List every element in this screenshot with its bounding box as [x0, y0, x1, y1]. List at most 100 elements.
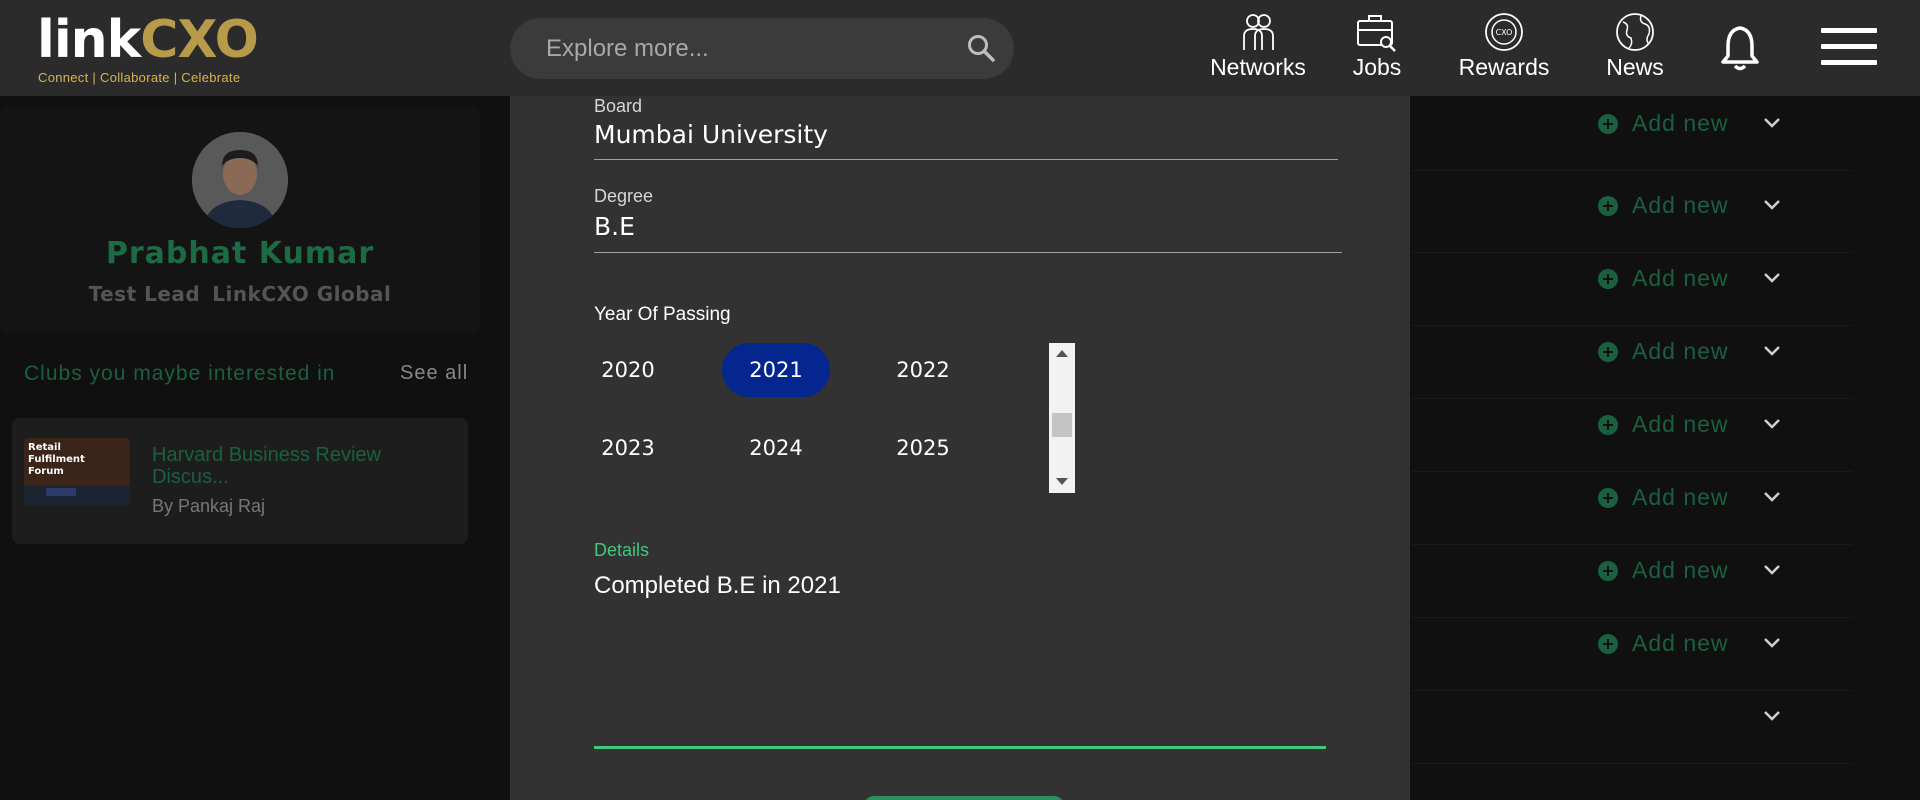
- search-icon[interactable]: [966, 33, 996, 63]
- degree-field[interactable]: B.E: [594, 212, 635, 241]
- club-card[interactable]: Retail Fulfilment Forum Harvard Business…: [12, 418, 468, 544]
- plus-circle-icon: [1598, 195, 1618, 216]
- plus-circle-icon: [1598, 560, 1618, 581]
- jobs-icon: [1357, 15, 1396, 52]
- section-row: Add new: [1412, 472, 1852, 545]
- nav-news-label: News: [1606, 54, 1664, 80]
- year-option[interactable]: 2021: [722, 343, 830, 397]
- chevron-down-icon[interactable]: [1762, 563, 1782, 577]
- add-new-button[interactable]: Add new: [1598, 630, 1729, 657]
- nav-rewards[interactable]: CXO Rewards: [1446, 12, 1562, 84]
- svg-text:Forum: Forum: [28, 466, 64, 477]
- section-row: Add new: [1412, 618, 1852, 691]
- profile-card: Prabhat Kumar Test Lead LinkCXO Global: [0, 108, 480, 333]
- year-picker-scrollbar[interactable]: [1049, 343, 1075, 493]
- plus-circle-icon: [1598, 113, 1618, 134]
- year-option[interactable]: 2025: [869, 421, 977, 475]
- add-new-button[interactable]: Add new: [1598, 338, 1729, 365]
- year-option[interactable]: 2023: [574, 421, 682, 475]
- section-row: [1412, 691, 1852, 764]
- section-row: Add new: [1412, 180, 1852, 253]
- add-new-button[interactable]: Add new: [1598, 265, 1729, 292]
- avatar[interactable]: [192, 132, 288, 228]
- scroll-up-arrow-icon[interactable]: [1056, 350, 1068, 357]
- add-new-label: Add new: [1632, 338, 1729, 364]
- section-row: Add new: [1412, 326, 1852, 399]
- rewards-icon: CXO: [1485, 13, 1523, 51]
- add-new-label: Add new: [1632, 192, 1729, 218]
- news-icon: [1616, 13, 1654, 51]
- plus-circle-icon: [1598, 633, 1618, 654]
- logo-wordmark: linkCXO: [37, 10, 259, 70]
- plus-circle-icon: [1598, 487, 1618, 508]
- degree-label: Degree: [594, 186, 654, 206]
- svg-text:CXO: CXO: [1496, 28, 1513, 37]
- chevron-down-icon[interactable]: [1762, 417, 1782, 431]
- notification-bell-icon[interactable]: [1720, 24, 1760, 72]
- chevron-down-icon[interactable]: [1762, 344, 1782, 358]
- chevron-down-icon[interactable]: [1762, 490, 1782, 504]
- club-thumbnail: Retail Fulfilment Forum: [24, 438, 130, 506]
- hamburger-menu-icon[interactable]: [1821, 28, 1877, 68]
- add-new-label: Add new: [1632, 630, 1729, 656]
- scroll-down-arrow-icon[interactable]: [1056, 478, 1068, 485]
- add-new-label: Add new: [1632, 411, 1729, 437]
- nav-networks[interactable]: Networks: [1188, 12, 1328, 84]
- year-option[interactable]: 2020: [574, 343, 682, 397]
- linkcxo-logo[interactable]: linkCXO Connect | Collaborate | Celebrat…: [37, 12, 287, 90]
- chevron-down-icon[interactable]: [1762, 271, 1782, 285]
- chevron-down-icon[interactable]: [1762, 636, 1782, 650]
- add-new-label: Add new: [1632, 484, 1729, 510]
- section-row: Add new: [1412, 399, 1852, 472]
- svg-text:Retail: Retail: [28, 442, 61, 453]
- board-underline: [594, 159, 1338, 160]
- add-new-button[interactable]: Add new: [1598, 557, 1729, 584]
- add-new-label: Add new: [1632, 110, 1729, 136]
- profile-role: Test Lead LinkCXO Global: [0, 282, 480, 306]
- degree-underline: [594, 252, 1342, 253]
- board-field[interactable]: Mumbai University: [594, 120, 828, 149]
- profile-name[interactable]: Prabhat Kumar: [0, 236, 480, 271]
- chevron-down-icon[interactable]: [1762, 116, 1782, 130]
- nav-jobs-label: Jobs: [1352, 54, 1402, 80]
- education-form-modal: Board Mumbai University Degree B.E Year …: [510, 96, 1410, 800]
- add-new-button[interactable]: Add new: [1598, 110, 1729, 137]
- year-of-passing-label: Year Of Passing: [594, 304, 731, 325]
- logo-tagline: Connect | Collaborate | Celebrate: [38, 70, 241, 85]
- section-row: Add new: [1412, 545, 1852, 618]
- svg-text:Fulfilment: Fulfilment: [28, 454, 85, 465]
- add-new-label: Add new: [1632, 265, 1729, 291]
- nav-networks-label: Networks: [1210, 54, 1306, 80]
- club-name[interactable]: Harvard Business Review Discus...: [152, 444, 442, 488]
- details-textarea[interactable]: Completed B.E in 2021: [594, 572, 1314, 800]
- add-new-button[interactable]: Add new: [1598, 192, 1729, 219]
- add-new-button[interactable]: Add new: [1598, 411, 1729, 438]
- board-label: Board: [594, 96, 643, 116]
- submit-button[interactable]: [864, 796, 1064, 800]
- plus-circle-icon: [1598, 414, 1618, 435]
- add-new-button[interactable]: Add new: [1598, 484, 1729, 511]
- nav-news[interactable]: News: [1594, 12, 1676, 84]
- club-author: By Pankaj Raj: [152, 496, 266, 516]
- section-row: Add new: [1412, 253, 1852, 326]
- scroll-thumb[interactable]: [1052, 413, 1072, 437]
- profile-company: LinkCXO Global: [212, 282, 392, 306]
- year-option[interactable]: 2024: [722, 421, 830, 475]
- chevron-down-icon[interactable]: [1762, 198, 1782, 212]
- chevron-down-icon[interactable]: [1762, 709, 1782, 723]
- top-navbar: linkCXO Connect | Collaborate | Celebrat…: [0, 0, 1920, 96]
- clubs-heading: Clubs you maybe interested in: [24, 362, 336, 385]
- add-new-label: Add new: [1632, 557, 1729, 583]
- plus-circle-icon: [1598, 341, 1618, 362]
- nav-jobs[interactable]: Jobs: [1336, 12, 1418, 84]
- section-row: Add new: [1412, 98, 1852, 171]
- see-all-link[interactable]: See all: [400, 362, 468, 385]
- year-option[interactable]: 2022: [869, 343, 977, 397]
- networks-icon: [1243, 14, 1274, 50]
- search-bar[interactable]: [510, 18, 1014, 79]
- profile-title: Test Lead: [88, 282, 201, 306]
- plus-circle-icon: [1598, 268, 1618, 289]
- nav-rewards-label: Rewards: [1458, 54, 1550, 80]
- search-input[interactable]: [546, 32, 946, 66]
- details-underline: [594, 746, 1326, 749]
